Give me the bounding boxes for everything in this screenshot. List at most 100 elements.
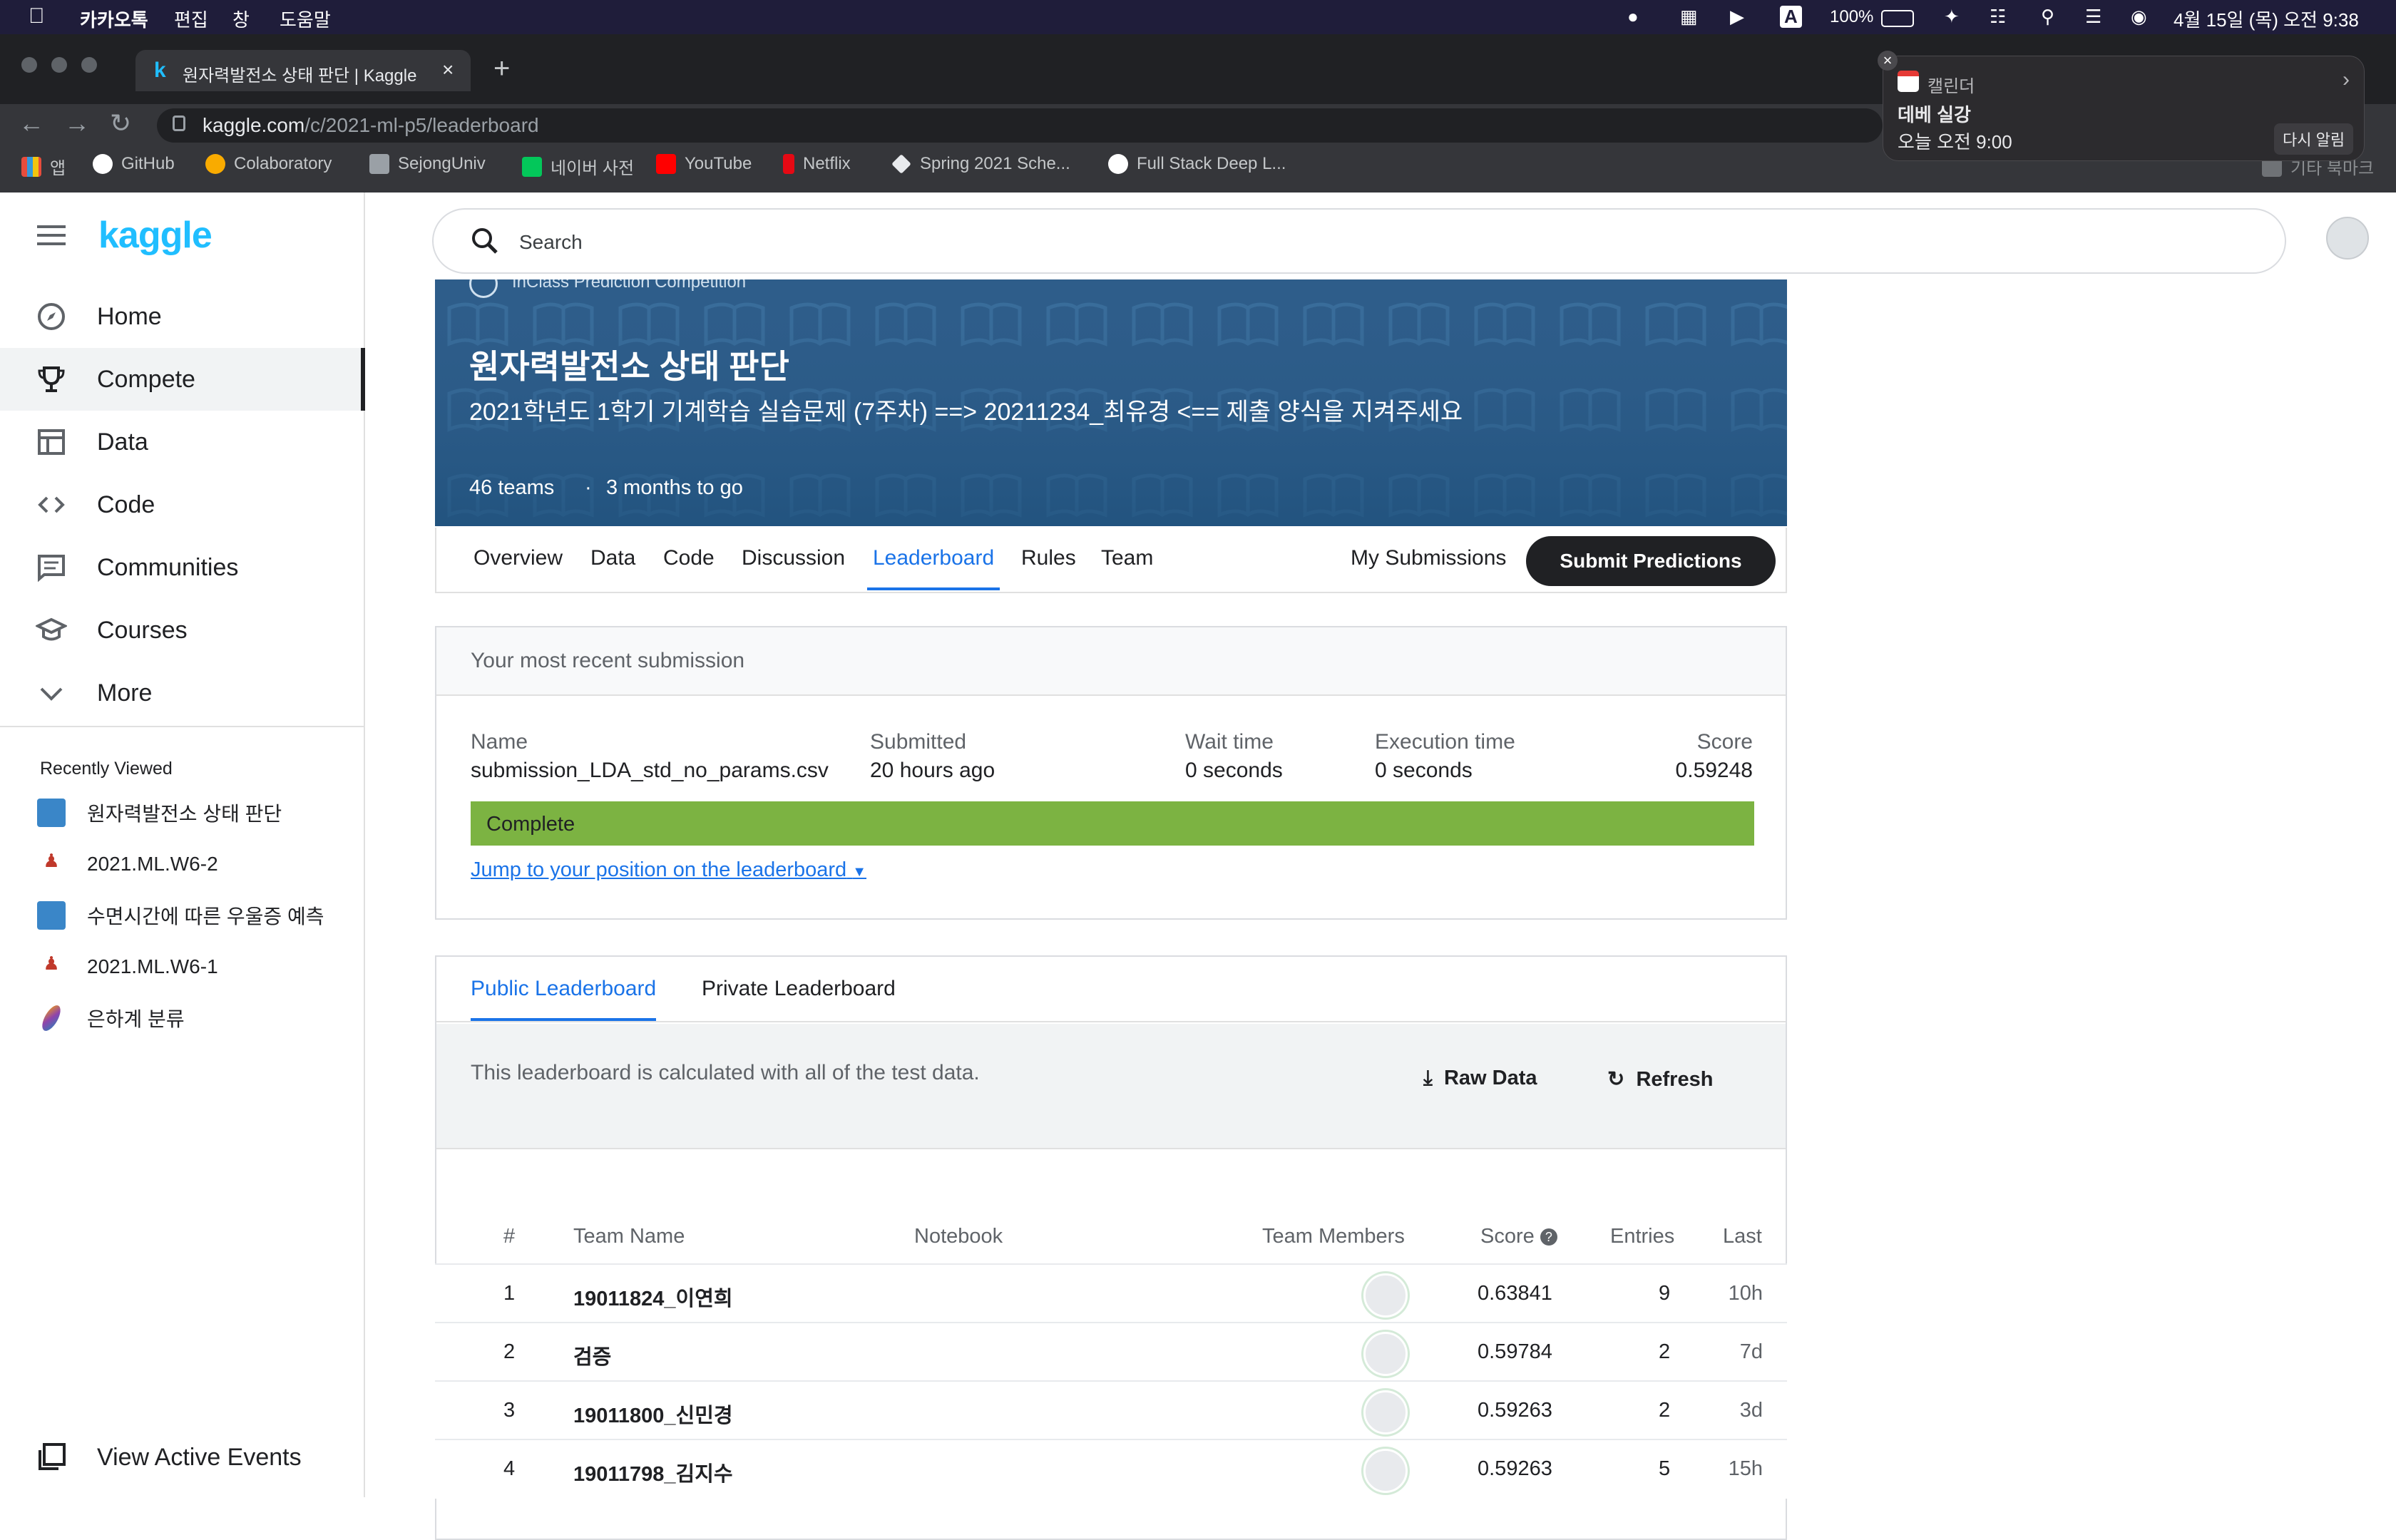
window-close-button[interactable] bbox=[21, 57, 37, 73]
bookmark-github[interactable]: GitHub bbox=[93, 154, 175, 174]
url-host: kaggle.com bbox=[203, 114, 305, 136]
row-team-name[interactable]: 19011824_이연희 bbox=[573, 1282, 733, 1312]
table-row[interactable]: 1 19011824_이연희 0.63841 9 10h bbox=[435, 1263, 1787, 1323]
table-row[interactable]: 2 검증 0.59784 2 7d bbox=[435, 1322, 1787, 1382]
bookmark-netflix[interactable]: Netflix bbox=[783, 154, 851, 174]
hamburger-menu-icon[interactable] bbox=[37, 225, 66, 245]
row-rank: 3 bbox=[503, 1399, 516, 1422]
nav-code[interactable]: Code bbox=[0, 473, 365, 536]
kaggle-logo[interactable]: kaggle bbox=[98, 214, 213, 257]
chat-status-icon[interactable]: ● bbox=[1627, 6, 1639, 28]
nav-communities[interactable]: Communities bbox=[0, 536, 365, 599]
recent-item[interactable]: ♟ 2021.ML.W6-2 bbox=[37, 850, 218, 878]
row-team-name[interactable]: 19011800_신민경 bbox=[573, 1399, 733, 1429]
col-score[interactable]: Score ? bbox=[1480, 1225, 1557, 1248]
row-team-name[interactable]: 19011798_김지수 bbox=[573, 1457, 733, 1487]
tab-rules[interactable]: Rules bbox=[1021, 546, 1076, 570]
refresh-button[interactable]: ↻ Refresh bbox=[1607, 1067, 1713, 1092]
menu-window[interactable]: 창 bbox=[232, 6, 250, 32]
nav-home[interactable]: Home bbox=[0, 285, 365, 348]
bookmark-sejongUniv[interactable]: SejongUniv bbox=[369, 154, 486, 174]
bookmark-apps[interactable]: 앱 bbox=[21, 154, 66, 179]
apple-icon[interactable]:  bbox=[29, 4, 45, 29]
notification-close-icon[interactable]: × bbox=[1878, 51, 1898, 71]
view-active-events[interactable]: View Active Events bbox=[0, 1426, 365, 1489]
control-center-icon[interactable]: ☰ bbox=[2085, 6, 2101, 28]
col-team-name[interactable]: Team Name bbox=[573, 1225, 685, 1248]
nav-courses[interactable]: Courses bbox=[0, 599, 365, 662]
calendar-notification[interactable]: × 캘린더 › 데베 실강 오늘 오전 9:00 다시 알림 bbox=[1878, 51, 2365, 161]
profile-avatar[interactable] bbox=[2326, 217, 2369, 260]
tab-overview[interactable]: Overview bbox=[473, 546, 563, 570]
col-rank: # bbox=[503, 1225, 516, 1248]
nav-label: Communities bbox=[97, 553, 239, 581]
menu-app-name[interactable]: 카카오톡 bbox=[80, 6, 148, 32]
bookmark-spring[interactable]: Spring 2021 Sche... bbox=[891, 154, 1070, 174]
input-source-icon[interactable]: A bbox=[1780, 6, 1802, 28]
row-score: 0.59263 bbox=[1478, 1399, 1552, 1422]
window-zoom-button[interactable] bbox=[81, 57, 97, 73]
bookmark-colaboratory[interactable]: Colaboratory bbox=[205, 154, 332, 174]
wifi-icon[interactable]: ☷ bbox=[1990, 6, 2006, 28]
team-member-avatar[interactable] bbox=[1363, 1273, 1408, 1318]
help-icon[interactable]: ? bbox=[1540, 1228, 1557, 1246]
team-member-avatar[interactable] bbox=[1363, 1332, 1408, 1376]
chevron-right-icon[interactable]: › bbox=[2343, 68, 2350, 92]
my-submissions-link[interactable]: My Submissions bbox=[1351, 546, 1506, 570]
tab-team[interactable]: Team bbox=[1101, 546, 1153, 570]
bookmark-fullstack[interactable]: Full Stack Deep L... bbox=[1108, 154, 1286, 174]
table-row[interactable]: 4 19011798_김지수 0.59263 5 15h bbox=[435, 1439, 1787, 1499]
nav-data[interactable]: Data bbox=[0, 411, 365, 473]
tab-close-icon[interactable]: × bbox=[442, 58, 454, 81]
back-icon[interactable]: ← bbox=[19, 108, 44, 138]
recent-item[interactable]: 수면시간에 따른 우울증 예측 bbox=[37, 901, 324, 930]
new-tab-icon[interactable]: + bbox=[493, 53, 510, 85]
bookmark-youtube[interactable]: YouTube bbox=[656, 154, 752, 174]
raw-data-button[interactable]: ⤓ Raw Data bbox=[1423, 1067, 1537, 1090]
tab-data[interactable]: Data bbox=[590, 546, 635, 570]
row-team-name[interactable]: 검증 bbox=[573, 1340, 611, 1370]
jump-to-position-link[interactable]: Jump to your position on the leaderboard… bbox=[471, 858, 866, 882]
siri-icon[interactable]: ◉ bbox=[2131, 6, 2147, 28]
team-member-avatar[interactable] bbox=[1363, 1449, 1408, 1493]
reload-icon[interactable]: ↻ bbox=[110, 108, 131, 138]
nav-label: Code bbox=[97, 491, 155, 518]
spotlight-icon[interactable]: ⚲ bbox=[2041, 6, 2054, 28]
tab-leaderboard[interactable]: Leaderboard bbox=[873, 546, 994, 570]
window-minimize-button[interactable] bbox=[51, 57, 67, 73]
recent-item[interactable]: 원자력발전소 상태 판단 bbox=[37, 799, 282, 827]
browser-tab[interactable]: k 원자력발전소 상태 판단 | Kaggle × bbox=[135, 50, 471, 91]
nav-more[interactable]: More bbox=[0, 662, 365, 724]
recent-item[interactable]: ♟ 2021.ML.W6-1 bbox=[37, 953, 218, 981]
snooze-button[interactable]: 다시 알림 bbox=[2274, 123, 2354, 155]
menu-help[interactable]: 도움말 bbox=[280, 6, 331, 32]
search-bar[interactable]: Search bbox=[432, 208, 2286, 274]
team-member-avatar[interactable] bbox=[1363, 1390, 1408, 1434]
menubar-clock[interactable]: 4월 15일 (목) 오전 9:38 bbox=[2174, 6, 2359, 32]
tab-discussion[interactable]: Discussion bbox=[742, 546, 845, 570]
nav-compete[interactable]: Compete bbox=[0, 348, 365, 411]
submit-predictions-button[interactable]: Submit Predictions bbox=[1526, 536, 1776, 586]
discussion-icon bbox=[36, 552, 67, 583]
recent-label: 2021.ML.W6-2 bbox=[87, 853, 218, 875]
tab-public-leaderboard[interactable]: Public Leaderboard bbox=[471, 977, 656, 1001]
tab-private-leaderboard[interactable]: Private Leaderboard bbox=[702, 977, 896, 1001]
recent-label: 원자력발전소 상태 판단 bbox=[87, 803, 282, 825]
menu-edit[interactable]: 편집 bbox=[174, 6, 208, 32]
table-row[interactable]: 3 19011800_신민경 0.59263 2 3d bbox=[435, 1380, 1787, 1440]
colab-icon bbox=[205, 154, 225, 174]
row-rank: 4 bbox=[503, 1457, 516, 1480]
recent-item[interactable]: 은하계 분류 bbox=[37, 1002, 185, 1034]
bluetooth-icon[interactable]: ✦ bbox=[1944, 6, 1960, 28]
lock-icon[interactable] bbox=[173, 115, 185, 131]
play-status-icon[interactable]: ▶ bbox=[1730, 6, 1744, 28]
search-input[interactable]: Search bbox=[519, 231, 583, 254]
tab-code[interactable]: Code bbox=[663, 546, 715, 570]
competition-thumb bbox=[37, 799, 66, 827]
layout-status-icon[interactable]: ▦ bbox=[1680, 6, 1698, 28]
bookmark-naver-dict[interactable]: 네이버 사전 bbox=[522, 154, 634, 179]
battery-icon[interactable] bbox=[1881, 10, 1914, 27]
forward-icon[interactable]: → bbox=[64, 108, 90, 138]
url-bar[interactable]: kaggle.com/c/2021-ml-p5/leaderboard bbox=[157, 108, 1883, 143]
leaderboard-tabs: Public Leaderboard Private Leaderboard bbox=[436, 957, 1786, 1022]
